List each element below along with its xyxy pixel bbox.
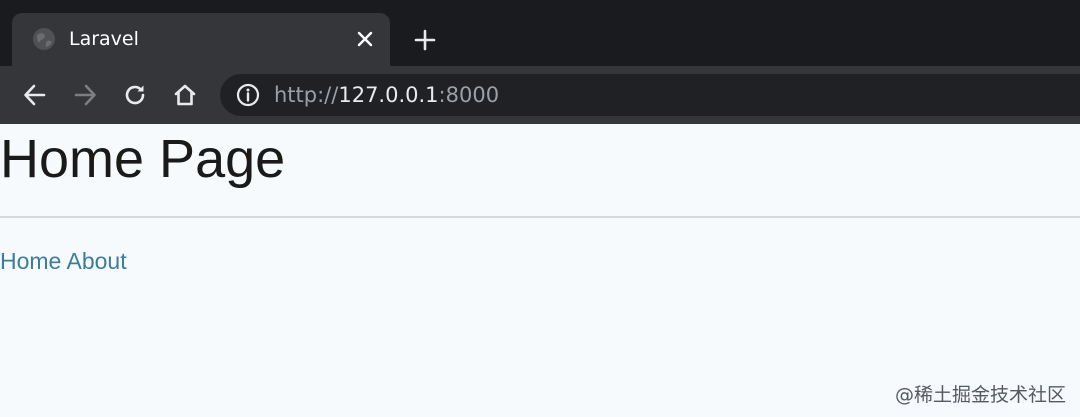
reload-icon[interactable] [121,81,149,109]
tab-strip: Laravel [0,0,1080,66]
browser-toolbar: http://127.0.0.1:8000 [0,66,1080,124]
arrow-left-icon[interactable] [21,81,49,109]
home-icon[interactable] [171,81,199,109]
address-url: http://127.0.0.1:8000 [274,81,499,109]
url-scheme: http:// [274,83,339,107]
close-icon[interactable] [354,28,376,50]
nav-link-about[interactable]: About [66,248,126,274]
arrow-right-icon[interactable] [71,81,99,109]
page-content: Home Page Home About @稀土掘金技术社区 [0,124,1080,417]
divider [0,216,1080,218]
tab-title: Laravel [69,28,139,50]
browser-chrome: Laravel http://127.0.0.1:8000 [0,0,1080,124]
plus-icon[interactable] [412,27,438,53]
browser-tab[interactable]: Laravel [12,13,390,66]
url-host: 127.0.0.1 [338,83,439,107]
page-nav: Home About [0,246,127,276]
info-icon[interactable] [236,83,260,107]
globe-icon [33,28,55,50]
nav-link-home[interactable]: Home [0,248,61,274]
watermark: @稀土掘金技术社区 [894,384,1066,406]
address-bar[interactable]: http://127.0.0.1:8000 [220,74,1080,116]
url-port: :8000 [438,83,500,107]
page-title: Home Page [0,129,286,189]
